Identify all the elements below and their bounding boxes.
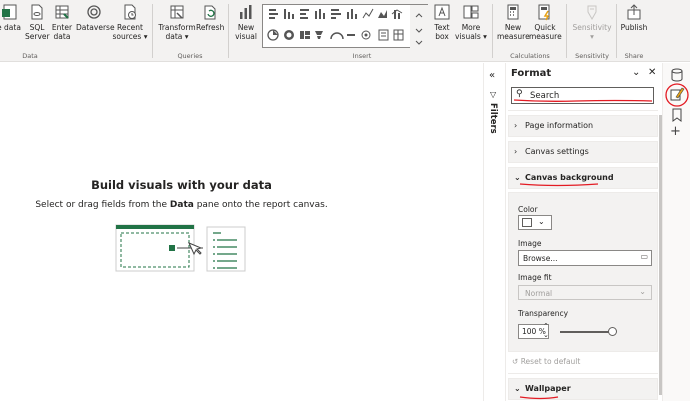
ribbon-label: visuals ▾ xyxy=(455,32,487,41)
new-visual-button[interactable]: New visual xyxy=(234,3,258,41)
ribbon-label: Quick xyxy=(534,23,556,32)
subtext-part: pane onto the report canvas. xyxy=(193,200,328,210)
refresh-button[interactable]: Refresh xyxy=(196,3,224,32)
table-icon xyxy=(55,5,69,19)
ribbon-label: Transform xyxy=(158,23,196,32)
annotation-marks xyxy=(513,99,653,400)
group-divider xyxy=(492,4,493,58)
visual-type-icons[interactable] xyxy=(263,5,429,49)
ribbon-label: box xyxy=(435,32,449,41)
text-box-button[interactable]: Text box xyxy=(430,3,454,41)
ribbon-label: Sensitivity xyxy=(572,23,612,32)
ribbon-label: data ▾ xyxy=(165,32,189,41)
more-visuals-icon xyxy=(463,5,479,19)
filters-pane-collapsed[interactable]: « ▽ Filters xyxy=(483,63,505,401)
ribbon-label: visual xyxy=(235,32,257,41)
ribbon-label: e data xyxy=(0,23,21,32)
excel-icon xyxy=(2,4,17,20)
ribbon-label: Refresh xyxy=(196,23,225,32)
empty-canvas-heading: Build visuals with your data xyxy=(91,178,272,192)
group-label-data: Data xyxy=(22,52,38,60)
subtext-part: Select or drag fields from the xyxy=(35,200,170,210)
excel-workbook-button[interactable]: e data xyxy=(0,3,24,32)
empty-canvas-subtext: Select or drag fields from the Data pane… xyxy=(0,200,363,210)
group-label-share: Share xyxy=(624,52,644,60)
ribbon-label: Publish xyxy=(620,23,648,32)
group-label-queries: Queries xyxy=(177,52,203,60)
ribbon-label: ▾ xyxy=(590,32,594,41)
pane-switcher-rail: + xyxy=(662,63,690,401)
format-pane: Format ⌄ ✕ ⚲ Search › Page information › C… xyxy=(505,63,662,401)
group-divider xyxy=(228,4,229,58)
dataverse-button[interactable]: Dataverse xyxy=(76,3,115,32)
publish-button[interactable]: Publish xyxy=(620,3,648,32)
group-divider xyxy=(152,4,153,58)
visualizations-gallery[interactable] xyxy=(262,4,429,49)
enter-data-button[interactable]: Enter data xyxy=(51,3,73,41)
format-visual-icon[interactable] xyxy=(664,81,690,107)
ribbon-label: Text xyxy=(434,23,450,32)
ribbon-label: New xyxy=(237,23,255,32)
ribbon-label: Dataverse xyxy=(76,23,115,32)
sensitivity-button[interactable]: Sensitivity ▾ xyxy=(570,3,614,41)
group-label-sensitivity: Sensitivity xyxy=(575,52,609,60)
quick-measure-icon xyxy=(538,4,550,21)
ribbon-label: sources ▾ xyxy=(112,32,148,41)
dataverse-icon xyxy=(87,5,101,19)
ribbon-label: New xyxy=(504,23,522,32)
sql-server-button[interactable]: SQL Server xyxy=(25,3,50,41)
filter-funnel-icon: ▽ xyxy=(490,90,497,99)
transform-data-icon xyxy=(170,5,184,19)
bookmark-icon[interactable] xyxy=(669,107,685,123)
expand-chevron-icon[interactable]: « xyxy=(489,70,495,81)
ribbon-label: Recent xyxy=(117,23,143,32)
more-visuals-button[interactable]: More visuals ▾ xyxy=(454,3,488,41)
refresh-icon xyxy=(204,5,216,20)
build-visuals-illustration xyxy=(115,224,246,272)
transform-data-button[interactable]: Transform data ▾ xyxy=(158,3,196,41)
text-box-icon xyxy=(434,4,450,20)
publish-icon xyxy=(627,4,641,20)
sql-server-icon xyxy=(31,4,43,20)
filters-label[interactable]: Filters xyxy=(488,103,498,134)
recent-sources-button[interactable]: Recent sources ▾ xyxy=(112,3,148,41)
calculator-icon xyxy=(507,4,519,20)
ribbon-label: SQL xyxy=(29,23,45,32)
group-label-calculations: Calculations xyxy=(510,52,550,60)
add-pane-icon[interactable]: + xyxy=(670,124,681,139)
group-divider xyxy=(566,4,567,58)
ribbon-label: Server xyxy=(25,32,50,41)
quick-measure-button[interactable]: Quick measure xyxy=(529,3,562,41)
new-measure-button[interactable]: New measure xyxy=(497,3,530,41)
recent-sources-icon xyxy=(124,4,136,20)
group-label-insert: Insert xyxy=(352,52,372,60)
ribbon-label: measure xyxy=(497,32,530,41)
group-divider xyxy=(616,4,617,58)
ribbon-label: measure xyxy=(529,32,562,41)
ribbon-label: data xyxy=(53,32,71,41)
ribbon-label: More xyxy=(461,23,481,32)
sensitivity-label-icon xyxy=(587,5,597,21)
subtext-bold: Data xyxy=(169,200,194,210)
report-canvas[interactable]: Build visuals with your data Select or d… xyxy=(0,63,483,401)
ribbon-label: Enter xyxy=(51,23,73,32)
ribbon: e data SQL Server Enter data Dataverse R… xyxy=(0,0,690,62)
new-visual-icon xyxy=(240,5,252,19)
